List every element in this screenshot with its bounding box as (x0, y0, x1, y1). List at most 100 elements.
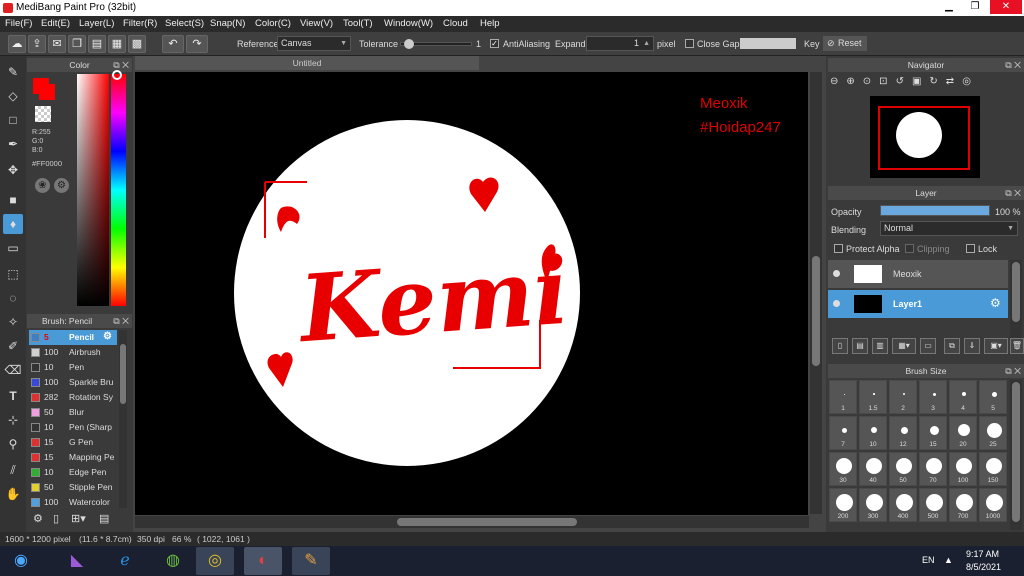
canvas-tab[interactable]: Untitled (135, 56, 479, 70)
system-tray-icon[interactable]: ▲ (944, 555, 953, 565)
zoom-in-icon[interactable]: ⊕ (846, 76, 862, 87)
brush-size-scrollbar[interactable] (1010, 380, 1022, 530)
minimize-button[interactable]: ▁ (938, 0, 960, 14)
clock-date[interactable]: 8/5/2021 (966, 562, 1001, 572)
close-gaps-slider[interactable] (740, 38, 796, 49)
palette-icon[interactable]: ❀ (35, 178, 50, 193)
lasso-tool-icon[interactable]: ◌ (3, 288, 23, 308)
brush-size-option[interactable]: 150 (979, 452, 1007, 486)
horizontal-scrollbar[interactable] (135, 516, 809, 528)
vertical-scroll-thumb[interactable] (812, 256, 820, 366)
undo-icon[interactable]: ↶ (162, 35, 184, 53)
panel-close-icon[interactable]: ⧉ ✕ (1005, 186, 1021, 200)
eraser-tool-icon[interactable]: ◇ (3, 86, 23, 106)
fit-window-icon[interactable]: ▣ (912, 76, 929, 87)
bucket-tool-icon[interactable]: ♦ (3, 214, 23, 234)
transparent-color-swatch[interactable] (35, 106, 51, 122)
app-icon[interactable]: ◍ (154, 547, 192, 575)
brush-settings-icon[interactable]: ▤ (99, 512, 109, 525)
brush-size-option[interactable]: 10 (859, 416, 887, 450)
layer-row-meoxik[interactable]: Meoxik (828, 260, 1008, 288)
merge-down-icon[interactable]: ⇓ (964, 338, 980, 354)
opacity-slider[interactable] (880, 205, 990, 216)
brush-item[interactable]: 5 Pencil ⚙ (29, 330, 117, 345)
drawing-canvas[interactable]: Kemi Meoxik #Hoidap247 (135, 72, 808, 515)
scrollbar-thumb[interactable] (1012, 382, 1020, 522)
antialiasing-checkbox[interactable]: ✓ (490, 39, 499, 48)
brush-item[interactable]: 50 Blur (29, 405, 117, 420)
close-button[interactable]: ✕ (990, 0, 1022, 14)
gear-icon[interactable]: ⚙ (103, 331, 112, 342)
menu-tool[interactable]: Tool(T) (343, 18, 373, 29)
brush-item[interactable]: 10 Pen (Sharp (29, 420, 117, 435)
brush-size-option[interactable]: 25 (979, 416, 1007, 450)
brush-add-icon[interactable]: ⚙ (33, 512, 43, 525)
internet-explorer-icon[interactable]: ℯ (106, 547, 144, 575)
brush-item[interactable]: 100 Watercolor (29, 495, 117, 508)
close-gaps-checkbox[interactable] (685, 39, 694, 48)
menu-snap[interactable]: Snap(N) (210, 18, 245, 29)
cloud-icon[interactable]: ☁ (8, 35, 26, 53)
menu-window[interactable]: Window(W) (384, 18, 433, 29)
menu-cloud[interactable]: Cloud (443, 18, 468, 29)
brush-item[interactable]: 10 Edge Pen (29, 465, 117, 480)
gradient-tool-icon[interactable]: ▭ (3, 238, 23, 258)
brush-size-option[interactable]: 2 (889, 380, 917, 414)
comment-icon[interactable]: ✉ (48, 35, 66, 53)
menu-help[interactable]: Help (480, 18, 500, 29)
divide-tool-icon[interactable]: ⫽ (3, 460, 23, 480)
menu-select[interactable]: Select(S) (165, 18, 204, 29)
magic-wand-tool-icon[interactable]: ✧ (3, 312, 23, 332)
select-rect-tool-icon[interactable]: ⬚ (3, 264, 23, 284)
brush-item[interactable]: 15 G Pen (29, 435, 117, 450)
layer-row-layer1[interactable]: Layer1 ⚙ (828, 290, 1008, 318)
brush-size-option[interactable]: 1000 (979, 488, 1007, 522)
dropper-tool-icon[interactable]: ⚲ (3, 434, 23, 454)
brush-size-option[interactable]: 400 (889, 488, 917, 522)
material-icon[interactable]: ▦ (108, 35, 126, 53)
rotate-left-icon[interactable]: ↺ (896, 76, 912, 87)
duplicate-layer-icon[interactable]: ⧉ (944, 338, 960, 354)
brush-size-option[interactable]: 4 (949, 380, 977, 414)
brush-size-option[interactable]: 3 (919, 380, 947, 414)
scrollbar-thumb[interactable] (120, 344, 126, 404)
language-indicator[interactable]: EN (922, 555, 935, 565)
brush-size-option[interactable]: 700 (949, 488, 977, 522)
clock-time[interactable]: 9:17 AM (966, 549, 999, 559)
menu-filter[interactable]: Filter(R) (123, 18, 157, 29)
menu-view[interactable]: View(V) (300, 18, 333, 29)
brush-item[interactable]: 100 Sparkle Bru (29, 375, 117, 390)
horizontal-scroll-thumb[interactable] (397, 518, 577, 526)
scrollbar-thumb[interactable] (1012, 262, 1020, 322)
panel-close-icon[interactable]: ⧉ ✕ (1005, 364, 1021, 378)
redo-icon[interactable]: ↷ (186, 35, 208, 53)
brush-size-option[interactable]: 300 (859, 488, 887, 522)
grid-icon[interactable]: ▩ (128, 35, 146, 53)
protect-alpha-checkbox[interactable] (834, 244, 843, 253)
rotate-right-icon[interactable]: ↻ (929, 76, 945, 87)
fill-shape-tool-icon[interactable]: ■ (3, 190, 23, 210)
share-icon[interactable]: ⇪ (28, 35, 46, 53)
delete-layer-icon[interactable]: 🗑 (1010, 338, 1024, 354)
reset-view-icon[interactable]: ◎ (962, 76, 979, 87)
zoom-fit-icon[interactable]: ⊙ (863, 76, 879, 87)
brush-size-option[interactable]: 40 (859, 452, 887, 486)
brush-item[interactable]: 282 Rotation Sy (29, 390, 117, 405)
brush-item[interactable]: 50 Stipple Pen (29, 480, 117, 495)
brush-size-option[interactable]: 7 (829, 416, 857, 450)
hue-slider[interactable] (111, 74, 126, 306)
visual-studio-icon[interactable]: ◣ (58, 547, 96, 575)
start-button-icon[interactable]: ◉ (2, 547, 40, 575)
move-tool-icon[interactable]: ✥ (3, 160, 23, 180)
maximize-button[interactable]: ❐ (964, 0, 986, 14)
brush-size-option[interactable]: 5 (979, 380, 1007, 414)
vertical-scrollbar[interactable] (810, 72, 822, 514)
rectangle-tool-icon[interactable]: □ (3, 110, 23, 130)
layer-scrollbar[interactable] (1010, 260, 1022, 340)
panel-close-icon[interactable]: ⧉ ✕ (113, 314, 129, 328)
brush-menu-icon[interactable]: ⊞▾ (71, 512, 86, 525)
navigator-preview[interactable] (870, 96, 980, 178)
brush-size-option[interactable]: 1 (829, 380, 857, 414)
visibility-icon[interactable] (833, 270, 840, 277)
brush-size-option[interactable]: 100 (949, 452, 977, 486)
